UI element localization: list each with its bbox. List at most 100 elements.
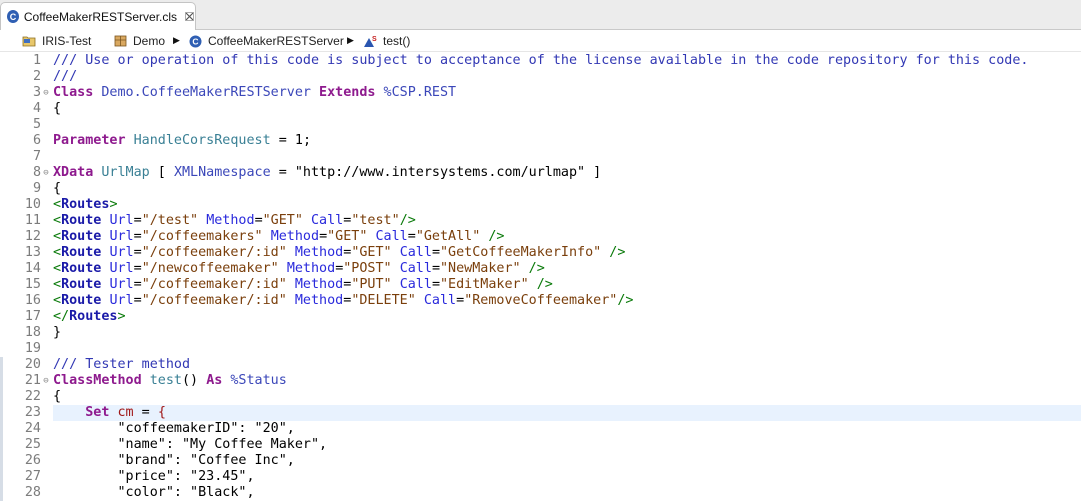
breadcrumb: IRIS-Test Demo ▶ C CoffeeMakerRESTServer…: [0, 30, 1081, 52]
code-line[interactable]: 28 "color": "Black",: [0, 485, 1081, 501]
code-line[interactable]: 12 <Route Url="/coffeemakers" Method="GET…: [0, 229, 1081, 245]
code-token: Route: [61, 277, 102, 292]
code-token: Call: [311, 213, 344, 228]
code-line[interactable]: 21 ⊖ ClassMethod test() As %Status: [0, 373, 1081, 389]
line-number: 5: [32, 117, 41, 132]
code-text: <Route Url="/coffeemaker/:id" Method="PU…: [53, 277, 553, 293]
line-number: 2: [32, 69, 41, 84]
code-token: =: [133, 245, 142, 260]
code-text: {: [53, 101, 61, 117]
fold-toggle-icon[interactable]: ⊖: [41, 165, 51, 181]
code-token: Method: [294, 245, 344, 260]
code-token: 1: [294, 133, 303, 148]
code-token: Url: [109, 229, 134, 244]
code-line[interactable]: 11 <Route Url="/test" Method="GET" Call="…: [0, 213, 1081, 229]
code-line[interactable]: 3 ⊖ Class Demo.CoffeeMakerRESTServer Exten…: [0, 85, 1081, 101]
code-token: Route: [61, 213, 102, 228]
code-token: (): [182, 373, 207, 388]
code-token: "GET": [351, 245, 392, 260]
breadcrumb-separator-icon: ▶: [173, 35, 180, 45]
editor-tab-label: CoffeeMakerRESTServer.cls: [23, 9, 178, 24]
code-token: "/coffeemaker/:id": [141, 277, 287, 292]
code-line[interactable]: 14 <Route Url="/newcoffeemaker" Method="P…: [0, 261, 1081, 277]
editor-tab-bar: C CoffeeMakerRESTServer.cls: [0, 0, 1081, 30]
code-token: XData: [53, 165, 94, 180]
code-line[interactable]: 18}: [0, 325, 1081, 341]
code-line[interactable]: 4{: [0, 101, 1081, 117]
code-token: =: [133, 293, 142, 308]
close-icon[interactable]: [184, 11, 195, 23]
breadcrumb-item-method[interactable]: S test(): [363, 30, 410, 52]
code-text: ///: [53, 69, 77, 85]
line-number: 10: [24, 197, 41, 212]
code-line[interactable]: 15 <Route Url="/coffeemaker/:id" Method="…: [0, 277, 1081, 293]
line-number: 3: [32, 85, 41, 100]
code-token: <: [53, 197, 62, 212]
line-number: 23: [24, 405, 41, 420]
code-line[interactable]: 10 <Routes>: [0, 197, 1081, 213]
code-line[interactable]: 20 /// Tester method: [0, 357, 1081, 373]
project-folder-icon: [22, 35, 36, 47]
code-token: Url: [109, 261, 134, 276]
line-number: 14: [24, 261, 41, 276]
code-line[interactable]: 13 <Route Url="/coffeemaker/:id" Method="…: [0, 245, 1081, 261]
code-line[interactable]: 26 "brand": "Coffee Inc",: [0, 453, 1081, 469]
fold-toggle-icon[interactable]: ⊖: [41, 85, 51, 101]
method-icon: S: [363, 35, 377, 48]
code-token: cm: [117, 405, 134, 420]
code-line[interactable]: 5: [0, 117, 1081, 133]
code-text: }: [53, 325, 61, 341]
code-token: Parameter: [53, 133, 126, 148]
code-line[interactable]: 1 /// Use or operation of this code is su…: [0, 53, 1081, 69]
code-line[interactable]: 17 </Routes>: [0, 309, 1081, 325]
code-line[interactable]: 8 ⊖ XData UrlMap [ XMLNamespace = "http://…: [0, 165, 1081, 181]
code-text: <Route Url="/coffeemaker/:id" Method="DE…: [53, 293, 634, 309]
breadcrumb-item-class[interactable]: C CoffeeMakerRESTServer: [189, 30, 344, 52]
line-number: 19: [24, 341, 41, 356]
code-text: "color": "Black",: [53, 485, 255, 501]
code-token: "/newcoffeemaker": [141, 261, 279, 276]
code-token: Call: [399, 277, 432, 292]
code-line[interactable]: 24 "coffeemakerID": "20",: [0, 421, 1081, 437]
code-line[interactable]: 23 Set cm = {: [0, 405, 1081, 421]
editor-tab[interactable]: C CoffeeMakerRESTServer.cls: [0, 2, 196, 30]
code-token: /// Tester method: [53, 357, 191, 372]
code-token: /// Use or operation of this code is sub…: [53, 53, 1029, 68]
code-token: Routes: [61, 197, 110, 212]
code-token: =: [133, 277, 142, 292]
code-line[interactable]: 27 "price": "23.45",: [0, 469, 1081, 485]
line-number: 21: [24, 373, 41, 388]
code-token: As: [206, 373, 223, 388]
code-text: </Routes>: [53, 309, 126, 325]
code-editor[interactable]: 1 /// Use or operation of this code is su…: [0, 52, 1081, 501]
code-token: "name": "My Coffee Maker",: [117, 437, 328, 452]
code-token: Set: [85, 405, 110, 420]
code-token: "EditMaker": [440, 277, 529, 292]
code-token: "brand": "Coffee Inc",: [117, 453, 295, 468]
code-token: =: [270, 133, 295, 148]
line-number: 22: [24, 389, 41, 404]
code-line[interactable]: 19: [0, 341, 1081, 357]
code-token: Method: [294, 277, 344, 292]
line-number: 11: [24, 213, 41, 228]
code-line[interactable]: 2 ///: [0, 69, 1081, 85]
code-line[interactable]: 7: [0, 149, 1081, 165]
code-line[interactable]: 9{: [0, 181, 1081, 197]
code-line[interactable]: 16 <Route Url="/coffeemaker/:id" Method="…: [0, 293, 1081, 309]
fold-toggle-icon[interactable]: ⊖: [41, 373, 51, 389]
code-line[interactable]: 6 Parameter HandleCorsRequest = 1;: [0, 133, 1081, 149]
code-token: =: [456, 293, 465, 308]
code-token: {: [53, 101, 62, 116]
code-line[interactable]: 25 "name": "My Coffee Maker",: [0, 437, 1081, 453]
code-line[interactable]: 22 {: [0, 389, 1081, 405]
breadcrumb-item-project[interactable]: IRIS-Test: [22, 30, 91, 52]
code-token: "DELETE": [351, 293, 416, 308]
code-text: {: [53, 181, 61, 197]
code-token: test: [149, 373, 182, 388]
breadcrumb-item-package[interactable]: Demo: [114, 30, 165, 52]
